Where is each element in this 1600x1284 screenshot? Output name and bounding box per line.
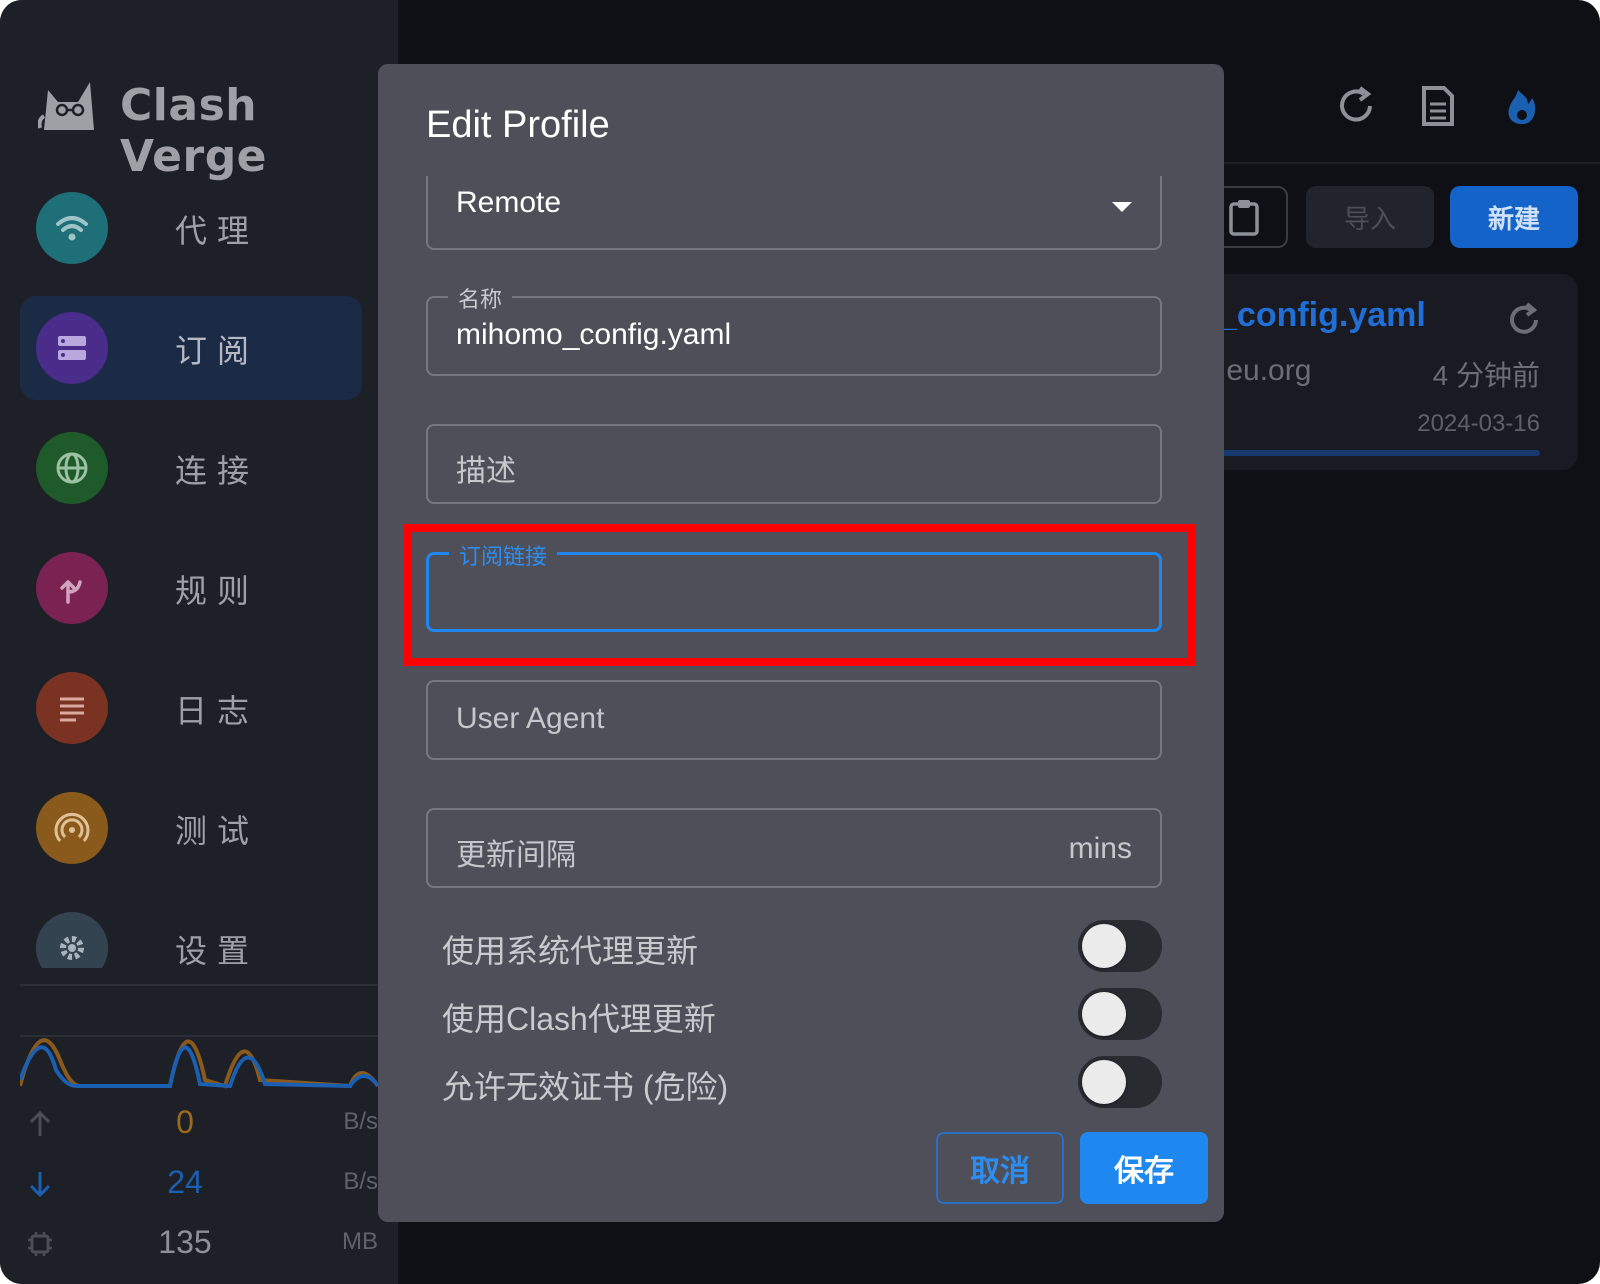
type-select[interactable]: Remote [426,176,1162,250]
sidebar-item-label: 日志 [175,692,260,730]
import-button[interactable]: 导入 [1306,186,1434,248]
sidebar-item-label: 测试 [175,812,260,850]
user-agent-placeholder: User Agent [456,702,605,735]
radar-icon [36,792,108,864]
globe-icon [36,432,108,504]
sidebar-item-proxy[interactable]: 代理 [20,176,362,280]
upload-speed-unit: B/s [343,1108,378,1135]
profile-refresh-icon[interactable] [1504,300,1544,340]
name-field-label: 名称 [448,282,513,314]
update-interval-unit: mins [1068,832,1132,865]
name-field[interactable]: 名称 mihomo_config.yaml [426,282,1162,376]
memory-unit: MB [342,1228,378,1255]
sidebar-item-label: 代理 [175,212,260,250]
clash-proxy-update-row: 使用Clash代理更新 [442,984,1162,1044]
sidebar-item-label: 连接 [175,452,260,490]
sidebar-item-connections[interactable]: 连接 [20,416,362,520]
subscription-url-field[interactable]: 订阅链接 [426,539,1162,632]
route-icon [36,552,108,624]
traffic-graph [20,1035,378,1089]
clipboard-icon [1229,200,1259,236]
wifi-icon [36,192,108,264]
download-speed-value: 24 [167,1164,203,1200]
download-speed-unit: B/s [343,1168,378,1195]
edit-profile-dialog: Edit Profile Remote 名称 mihomo_config.yam… [378,64,1224,1222]
clash-proxy-update-toggle[interactable] [1078,988,1162,1040]
update-interval-placeholder: 更新间隔 [456,839,576,872]
allow-invalid-cert-row: 允许无效证书 (危险) [442,1052,1162,1112]
app-title: Clash Verge [120,80,268,182]
refresh-icon[interactable] [1334,84,1378,128]
sidebar-item-label: 规则 [175,572,260,610]
profile-usage-bar [1218,450,1540,456]
system-proxy-update-label: 使用系统代理更新 [442,933,699,969]
memory-value: 135 [158,1224,212,1260]
sidebar-item-logs[interactable]: 日志 [20,656,362,760]
log-icon [36,672,108,744]
arrow-up-icon [29,1110,51,1136]
sidebar-item-subscriptions[interactable]: 订阅 [20,296,362,400]
sidebar-item-settings[interactable]: 设置 [20,896,362,968]
gear-icon [36,912,108,968]
chip-icon [28,1232,52,1256]
profile-updated-time: 4 分钟前 [1432,360,1540,391]
cancel-button[interactable]: 取消 [936,1132,1064,1204]
profile-name: _config.yaml [1218,296,1426,334]
cat-logo-icon [38,82,94,130]
clash-proxy-update-label: 使用Clash代理更新 [442,1001,716,1037]
document-icon[interactable] [1416,84,1460,128]
name-field-value: mihomo_config.yaml [456,318,732,351]
sidebar-item-rules[interactable]: 规则 [20,536,362,640]
server-icon [36,312,108,384]
app-window: Clash Verge 代理 订阅 连接 规则 日志 测试 设置 0 B/s 2… [0,0,1600,1284]
sidebar-item-test[interactable]: 测试 [20,776,362,880]
memory-stat: 135 MB [20,1220,378,1268]
upload-speed-value: 0 [176,1104,194,1140]
allow-invalid-cert-toggle[interactable] [1078,1056,1162,1108]
sidebar-divider [20,984,378,986]
profile-date: 2024-03-16 [1417,410,1540,437]
upload-stat: 0 B/s [20,1100,378,1148]
user-agent-field[interactable]: User Agent [426,680,1162,760]
system-proxy-update-toggle[interactable] [1078,920,1162,972]
system-proxy-update-row: 使用系统代理更新 [442,916,1162,976]
arrow-down-icon [29,1172,51,1198]
sidebar-item-label: 订阅 [175,332,260,370]
sidebar: Clash Verge 代理 订阅 连接 规则 日志 测试 设置 0 B/s 2… [0,0,398,1284]
download-stat: 24 B/s [20,1160,378,1208]
subscription-url-label: 订阅链接 [449,539,558,571]
profile-host: .eu.org [1218,354,1312,387]
new-profile-button[interactable]: 新建 [1450,186,1578,248]
dialog-title: Edit Profile [426,104,610,146]
update-interval-field[interactable]: 更新间隔 mins [426,808,1162,888]
chevron-down-icon [1112,202,1132,212]
description-field[interactable]: 描述 [426,424,1162,504]
fire-icon[interactable] [1500,84,1544,128]
description-placeholder: 描述 [456,455,516,488]
sidebar-item-label: 设置 [175,932,260,968]
allow-invalid-cert-label: 允许无效证书 (危险) [442,1069,729,1105]
save-button[interactable]: 保存 [1080,1132,1208,1204]
type-select-value: Remote [456,186,562,219]
